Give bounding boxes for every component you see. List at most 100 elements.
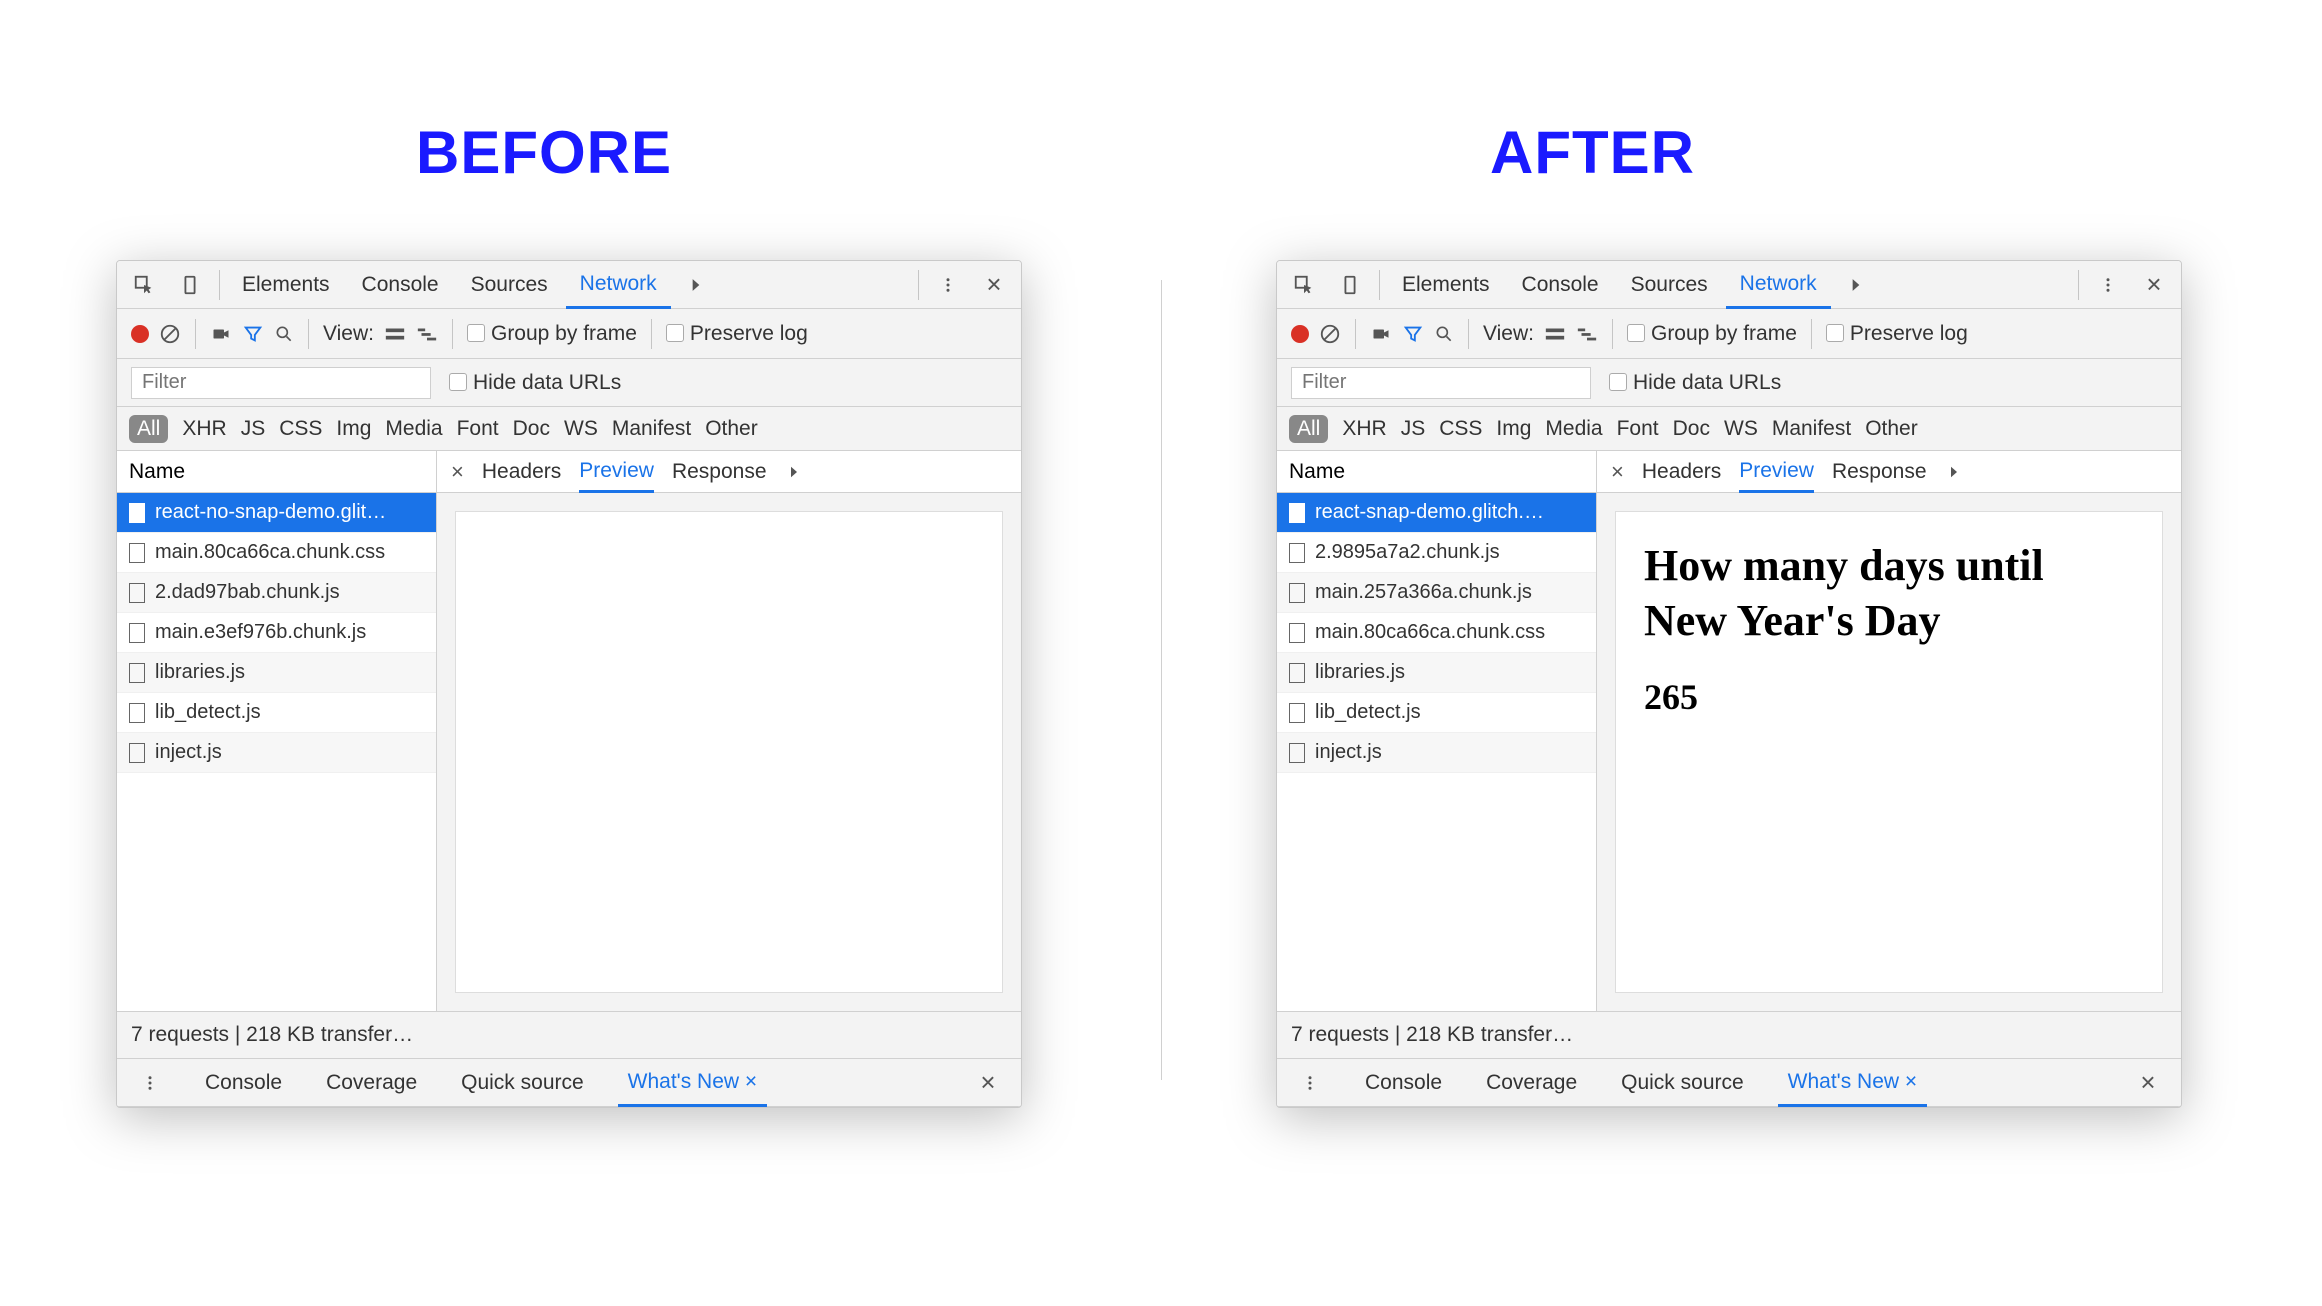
filter-other[interactable]: Other xyxy=(705,417,758,441)
filter-other[interactable]: Other xyxy=(1865,417,1918,441)
request-row[interactable]: main.257a366a.chunk.js xyxy=(1277,573,1596,613)
request-row[interactable]: react-snap-demo.glitch.… xyxy=(1277,493,1596,533)
request-row[interactable]: lib_detect.js xyxy=(117,693,436,733)
drawer-console[interactable]: Console xyxy=(1355,1059,1452,1106)
drawer-coverage[interactable]: Coverage xyxy=(1476,1059,1587,1106)
record-icon[interactable] xyxy=(1291,325,1309,343)
request-row[interactable]: inject.js xyxy=(117,733,436,773)
hide-data-urls-checkbox[interactable]: Hide data URLs xyxy=(449,371,621,395)
request-row[interactable]: libraries.js xyxy=(117,653,436,693)
filter-icon[interactable] xyxy=(242,323,264,345)
tab-headers[interactable]: Headers xyxy=(482,451,561,492)
clear-icon[interactable] xyxy=(1319,323,1341,345)
tab-headers[interactable]: Headers xyxy=(1642,451,1721,492)
more-detail-tabs-icon[interactable] xyxy=(785,463,803,481)
filter-manifest[interactable]: Manifest xyxy=(612,417,691,441)
tab-console[interactable]: Console xyxy=(1508,261,1613,308)
tab-sources[interactable]: Sources xyxy=(1617,261,1722,308)
filter-js[interactable]: JS xyxy=(241,417,266,441)
filter-ws[interactable]: WS xyxy=(564,417,598,441)
tab-network[interactable]: Network xyxy=(1726,262,1831,309)
tab-response[interactable]: Response xyxy=(1832,451,1927,492)
request-row[interactable]: main.80ca66ca.chunk.css xyxy=(117,533,436,573)
tab-network[interactable]: Network xyxy=(566,262,671,309)
waterfall-icon[interactable] xyxy=(1576,325,1598,343)
filter-font[interactable]: Font xyxy=(457,417,499,441)
kebab-menu-icon[interactable] xyxy=(927,276,969,294)
filter-manifest[interactable]: Manifest xyxy=(1772,417,1851,441)
hide-data-urls-checkbox[interactable]: Hide data URLs xyxy=(1609,371,1781,395)
request-row[interactable]: main.e3ef976b.chunk.js xyxy=(117,613,436,653)
filter-css[interactable]: CSS xyxy=(279,417,322,441)
filter-doc[interactable]: Doc xyxy=(1673,417,1710,441)
more-tabs-icon[interactable] xyxy=(1835,275,1877,295)
name-column-header[interactable]: Name xyxy=(117,451,436,493)
large-rows-icon[interactable] xyxy=(1544,325,1566,343)
filter-doc[interactable]: Doc xyxy=(513,417,550,441)
request-row[interactable]: main.80ca66ca.chunk.css xyxy=(1277,613,1596,653)
drawer-whats-new[interactable]: What's New × xyxy=(618,1060,767,1107)
device-icon[interactable] xyxy=(169,274,211,296)
filter-js[interactable]: JS xyxy=(1401,417,1426,441)
filter-icon[interactable] xyxy=(1402,323,1424,345)
close-drawer-icon[interactable]: × xyxy=(2127,1067,2169,1098)
preserve-log-checkbox[interactable]: Preserve log xyxy=(666,322,808,346)
search-icon[interactable] xyxy=(1434,324,1454,344)
more-tabs-icon[interactable] xyxy=(675,275,717,295)
request-row[interactable]: 2.9895a7a2.chunk.js xyxy=(1277,533,1596,573)
close-detail-icon[interactable]: × xyxy=(1611,459,1624,485)
request-row[interactable]: react-no-snap-demo.glit… xyxy=(117,493,436,533)
search-icon[interactable] xyxy=(274,324,294,344)
drawer-console[interactable]: Console xyxy=(195,1059,292,1106)
camera-icon[interactable] xyxy=(210,325,232,343)
filter-media[interactable]: Media xyxy=(385,417,442,441)
drawer-menu-icon[interactable] xyxy=(1289,1074,1331,1092)
close-detail-icon[interactable]: × xyxy=(451,459,464,485)
preserve-log-checkbox[interactable]: Preserve log xyxy=(1826,322,1968,346)
filter-ws[interactable]: WS xyxy=(1724,417,1758,441)
close-tab-icon[interactable]: × xyxy=(1905,1070,1917,1094)
kebab-menu-icon[interactable] xyxy=(2087,276,2129,294)
tab-elements[interactable]: Elements xyxy=(1388,261,1504,308)
tab-preview[interactable]: Preview xyxy=(579,452,654,493)
filter-xhr[interactable]: XHR xyxy=(1342,417,1386,441)
filter-font[interactable]: Font xyxy=(1617,417,1659,441)
filter-css[interactable]: CSS xyxy=(1439,417,1482,441)
tab-sources[interactable]: Sources xyxy=(457,261,562,308)
filter-media[interactable]: Media xyxy=(1545,417,1602,441)
drawer-quick-source[interactable]: Quick source xyxy=(451,1059,594,1106)
tab-preview[interactable]: Preview xyxy=(1739,452,1814,493)
request-row[interactable]: libraries.js xyxy=(1277,653,1596,693)
close-tab-icon[interactable]: × xyxy=(745,1070,757,1094)
close-devtools-icon[interactable]: × xyxy=(973,269,1015,300)
request-row[interactable]: lib_detect.js xyxy=(1277,693,1596,733)
tab-response[interactable]: Response xyxy=(672,451,767,492)
camera-icon[interactable] xyxy=(1370,325,1392,343)
filter-img[interactable]: Img xyxy=(1496,417,1531,441)
close-drawer-icon[interactable]: × xyxy=(967,1067,1009,1098)
drawer-quick-source[interactable]: Quick source xyxy=(1611,1059,1754,1106)
waterfall-icon[interactable] xyxy=(416,325,438,343)
device-icon[interactable] xyxy=(1329,274,1371,296)
close-devtools-icon[interactable]: × xyxy=(2133,269,2175,300)
name-column-header[interactable]: Name xyxy=(1277,451,1596,493)
group-by-frame-checkbox[interactable]: Group by frame xyxy=(1627,322,1797,346)
filter-img[interactable]: Img xyxy=(336,417,371,441)
tab-elements[interactable]: Elements xyxy=(228,261,344,308)
drawer-whats-new[interactable]: What's New × xyxy=(1778,1060,1927,1107)
drawer-coverage[interactable]: Coverage xyxy=(316,1059,427,1106)
drawer-menu-icon[interactable] xyxy=(129,1074,171,1092)
filter-xhr[interactable]: XHR xyxy=(182,417,226,441)
inspect-icon[interactable] xyxy=(123,274,165,296)
clear-icon[interactable] xyxy=(159,323,181,345)
request-row[interactable]: inject.js xyxy=(1277,733,1596,773)
group-by-frame-checkbox[interactable]: Group by frame xyxy=(467,322,637,346)
filter-all[interactable]: All xyxy=(1289,415,1328,443)
filter-all[interactable]: All xyxy=(129,415,168,443)
record-icon[interactable] xyxy=(131,325,149,343)
large-rows-icon[interactable] xyxy=(384,325,406,343)
request-row[interactable]: 2.dad97bab.chunk.js xyxy=(117,573,436,613)
filter-input[interactable] xyxy=(1291,367,1591,399)
more-detail-tabs-icon[interactable] xyxy=(1945,463,1963,481)
tab-console[interactable]: Console xyxy=(348,261,453,308)
